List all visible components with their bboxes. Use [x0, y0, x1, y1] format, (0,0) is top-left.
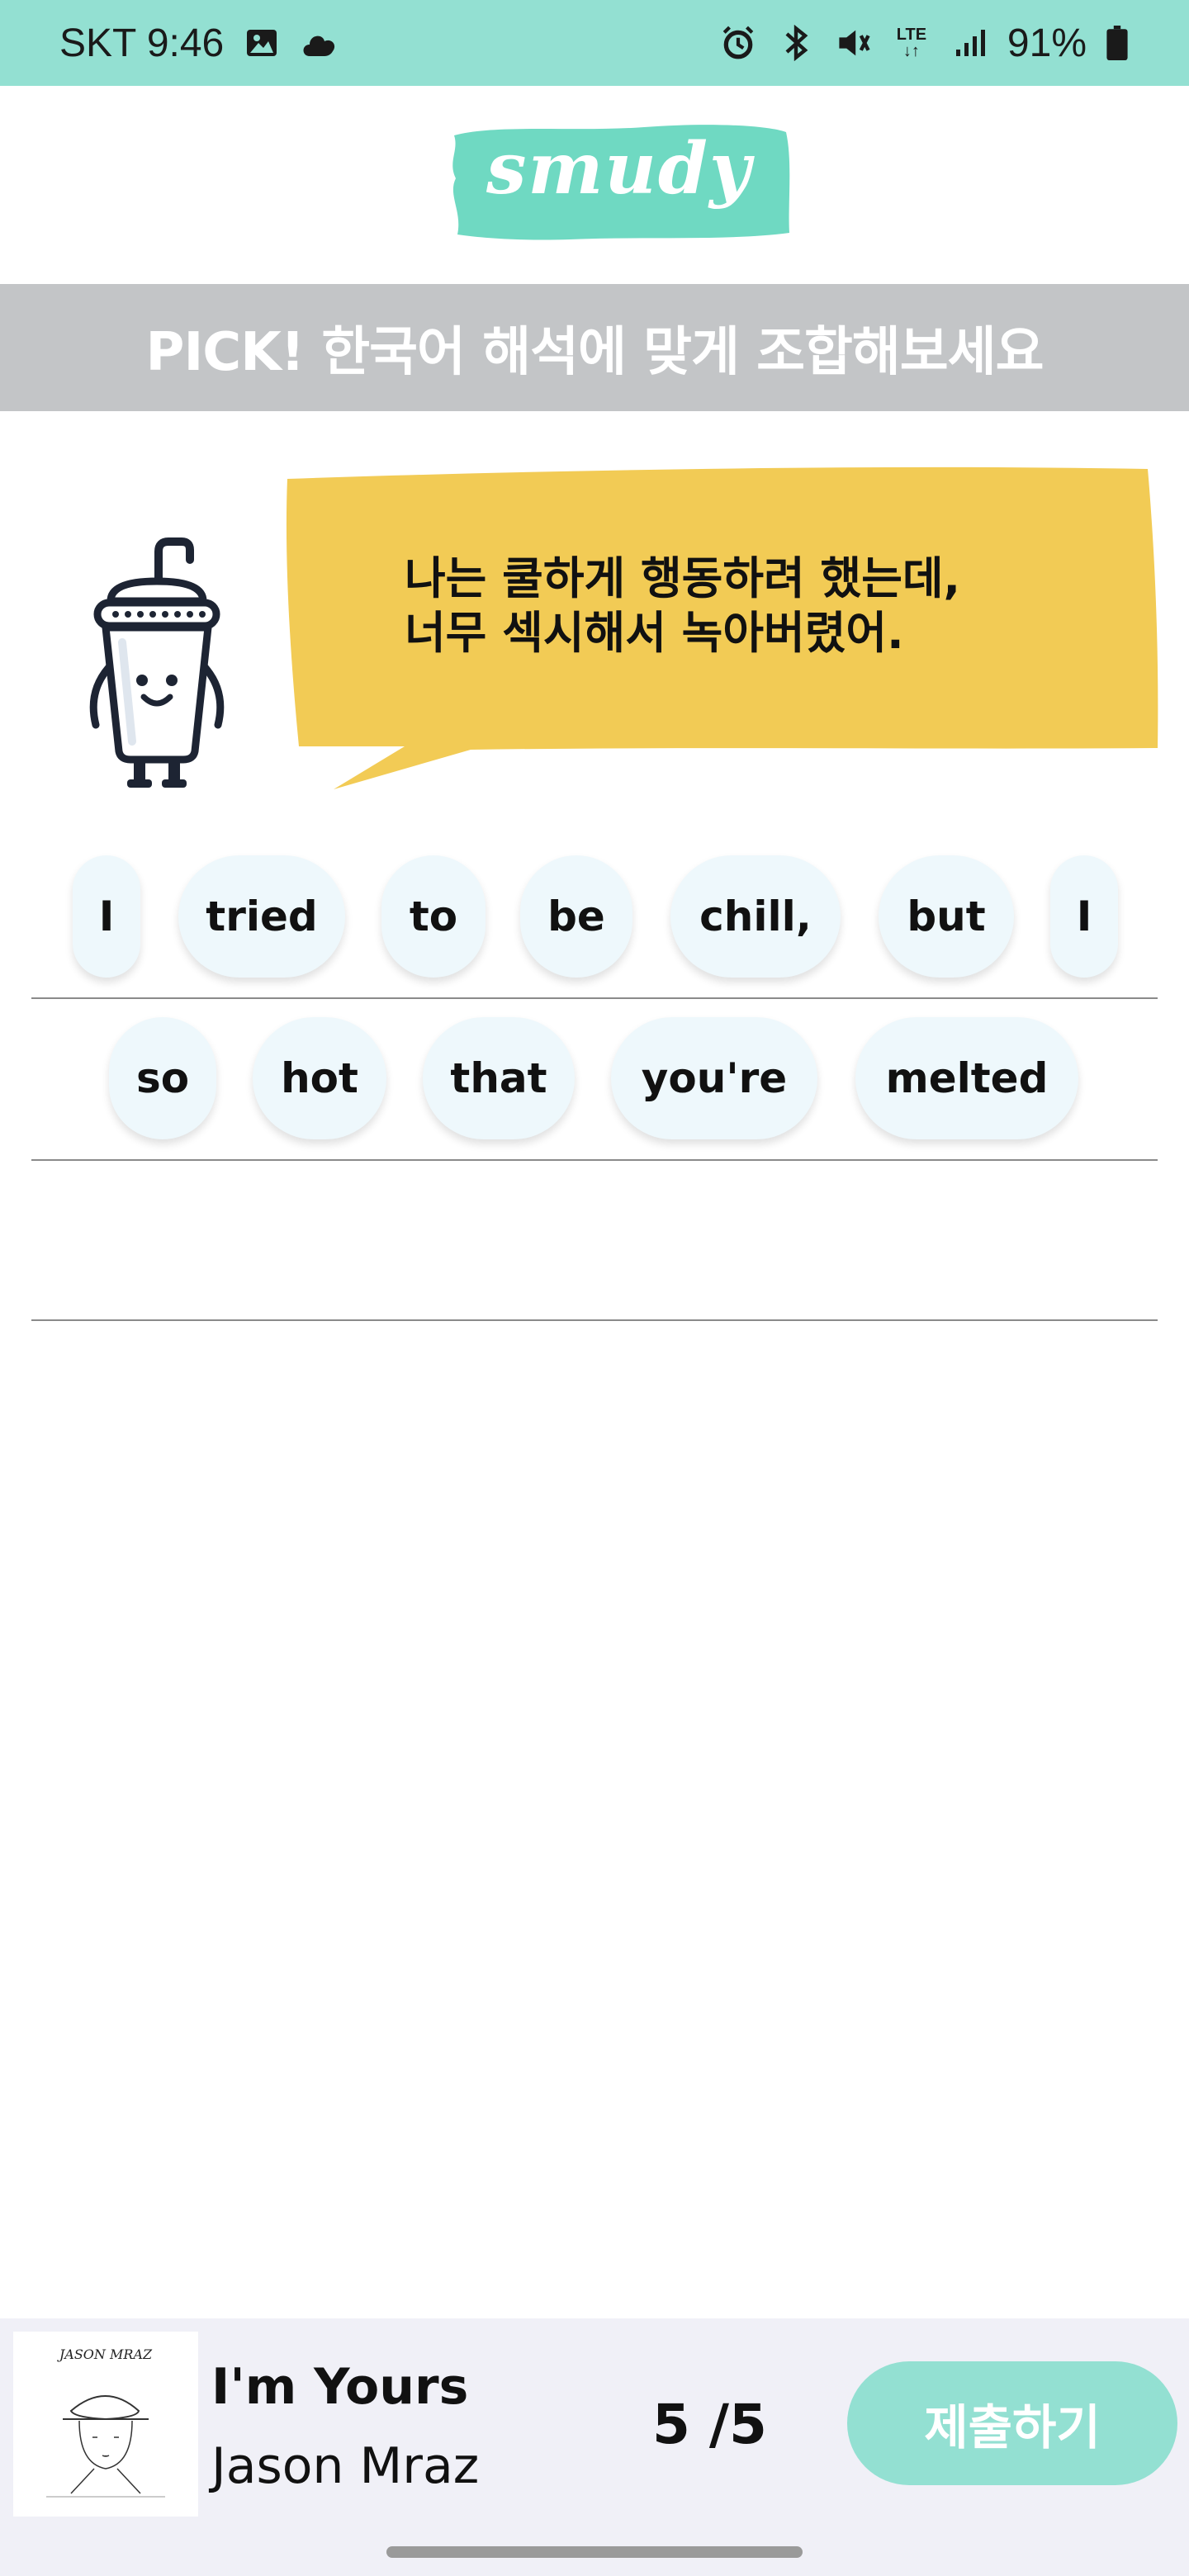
status-right: LTE ↓↑ 91% [718, 21, 1130, 66]
word-chip-label: that [450, 1054, 547, 1102]
question-progress: 5 /5 [652, 2393, 767, 2456]
word-chip-label: you're [641, 1054, 788, 1102]
answer-line-3 [31, 1319, 1158, 1321]
album-portrait-icon [46, 2395, 165, 2498]
song-artist: Jason Mraz [211, 2437, 480, 2495]
korean-prompt: 나는 쿨하게 행동하려 했는데, 너무 섹시해서 녹아버렸어. [405, 552, 1115, 661]
prompt-line-2: 너무 섹시해서 녹아버렸어. [405, 607, 904, 659]
word-chip[interactable]: but [879, 855, 1014, 978]
word-chip[interactable]: chill, [670, 855, 841, 978]
logo-text: smudy [486, 127, 753, 211]
signal-icon [950, 23, 989, 63]
word-chip[interactable]: melted [855, 1017, 1078, 1139]
prompt-line-1: 나는 쿨하게 행동하려 했는데, [405, 552, 961, 604]
instruction-banner: PICK! 한국어 해석에 맞게 조합해보세요 [0, 284, 1189, 411]
mascot-cup-icon [83, 535, 231, 791]
word-chip[interactable]: you're [611, 1017, 817, 1139]
word-chip-label: chill, [699, 893, 812, 940]
lte-label: LTE [896, 26, 927, 44]
word-chip[interactable]: so [109, 1017, 216, 1139]
word-chip[interactable]: to [381, 855, 486, 978]
answer-line-1 [31, 997, 1158, 999]
word-chip-label: I [1076, 893, 1092, 940]
answer-line-2 [31, 1159, 1158, 1161]
word-chip[interactable]: I [1050, 855, 1118, 978]
lte-icon: LTE ↓↑ [892, 23, 931, 63]
battery-percent: 91% [1007, 21, 1087, 65]
banner-text: PICK! 한국어 해석에 맞게 조합해보세요 [145, 322, 1045, 383]
song-title: I'm Yours [211, 2358, 469, 2416]
alarm-icon [718, 23, 758, 63]
bluetooth-icon [776, 23, 816, 63]
word-chip[interactable]: be [520, 855, 632, 978]
album-cover[interactable]: JASON MRAZ [13, 2332, 198, 2517]
word-chip-label: be [547, 893, 605, 940]
word-chip-label: hot [281, 1054, 358, 1102]
submit-button[interactable]: 제출하기 [847, 2361, 1177, 2485]
word-chip-label: but [907, 893, 986, 940]
lte-arrows-icon: ↓↑ [902, 42, 920, 60]
word-chip[interactable]: tried [178, 855, 345, 978]
battery-icon [1105, 23, 1130, 63]
mute-icon [834, 23, 874, 63]
now-playing-bar: JASON MRAZ I'm Yours Jason Mraz 5 /5 제출하… [0, 2318, 1189, 2576]
status-bar: SKT 9:46 LTE ↓↑ 91% [0, 0, 1189, 86]
image-icon [242, 23, 282, 63]
word-chip-label: to [409, 893, 458, 940]
carrier-time: SKT 9:46 [59, 21, 225, 65]
cloud-icon [300, 23, 339, 63]
word-chip[interactable]: hot [253, 1017, 386, 1139]
word-chip-label: so [135, 1054, 190, 1102]
home-indicator[interactable] [386, 2546, 803, 2558]
status-left: SKT 9:46 [59, 21, 339, 66]
word-chip-label: I [98, 893, 115, 940]
word-chip-label: melted [885, 1054, 1049, 1102]
app-logo: smudy [446, 121, 793, 244]
word-chip[interactable]: that [423, 1017, 575, 1139]
word-chip[interactable]: I [73, 855, 140, 978]
word-chip-label: tried [206, 893, 318, 940]
